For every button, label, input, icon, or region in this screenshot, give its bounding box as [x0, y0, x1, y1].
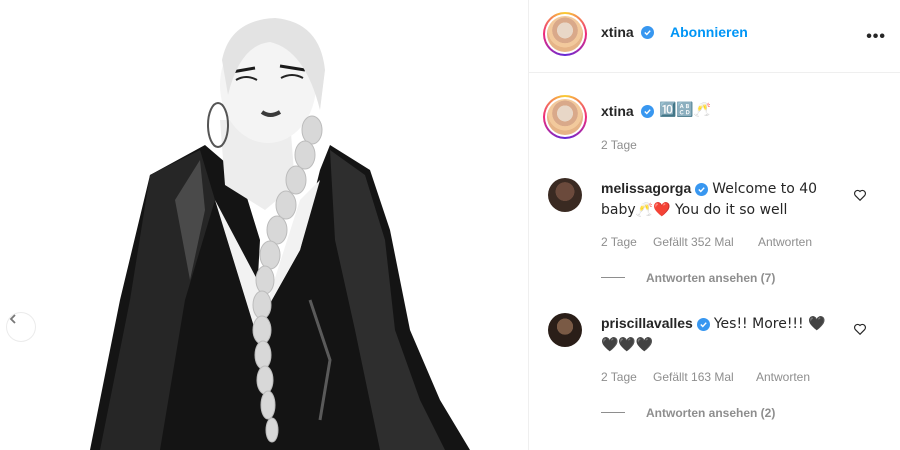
- caption-username[interactable]: xtina: [601, 103, 634, 119]
- caption-author-avatar[interactable]: [543, 95, 587, 139]
- follow-button[interactable]: Abonnieren: [670, 24, 748, 40]
- post-photo: [0, 0, 528, 450]
- like-heart-icon[interactable]: [853, 322, 867, 336]
- post-header: xtina Abonnieren •••: [529, 0, 900, 73]
- more-options-icon[interactable]: •••: [866, 28, 886, 46]
- carousel-prev-button[interactable]: [6, 312, 36, 342]
- author-username[interactable]: xtina: [601, 24, 634, 40]
- comment-likes[interactable]: Gefällt 352 Mal: [653, 235, 734, 249]
- chevron-left-icon: [9, 314, 16, 324]
- caption-text: 🔟🔠🥂: [659, 102, 712, 118]
- verified-badge-icon: [696, 318, 710, 331]
- caption-timestamp[interactable]: 2 Tage: [601, 138, 637, 152]
- comment-likes[interactable]: Gefällt 163 Mal: [653, 370, 734, 384]
- author-avatar[interactable]: [543, 12, 587, 56]
- verified-badge-icon: [641, 26, 654, 39]
- post-image: [0, 0, 528, 450]
- comment-reply-button[interactable]: Antworten: [758, 235, 812, 249]
- verified-badge-icon: [641, 105, 654, 118]
- comment-body: priscillavalles Yes!! More!!! 🖤🖤🖤🖤: [601, 313, 841, 355]
- verified-badge-icon: [695, 183, 709, 196]
- comment-reply-button[interactable]: Antworten: [756, 370, 810, 384]
- post-side-panel: xtina Abonnieren ••• xtina 🔟🔠🥂 2 Tage me…: [528, 0, 900, 450]
- replies-divider: [601, 277, 625, 278]
- comment-username[interactable]: priscillavalles: [601, 315, 693, 331]
- like-heart-icon[interactable]: [853, 188, 867, 202]
- comment-timestamp[interactable]: 2 Tage: [601, 370, 637, 384]
- commenter-avatar[interactable]: [548, 313, 582, 347]
- commenter-avatar[interactable]: [548, 178, 582, 212]
- comment-username[interactable]: melissagorga: [601, 180, 691, 196]
- comment-timestamp[interactable]: 2 Tage: [601, 235, 637, 249]
- replies-divider: [601, 412, 625, 413]
- view-replies-button[interactable]: Antworten ansehen (2): [646, 406, 775, 420]
- view-replies-button[interactable]: Antworten ansehen (7): [646, 271, 775, 285]
- comment-body: melissagorga Welcome to 40 baby🥂❤️ You do…: [601, 178, 841, 220]
